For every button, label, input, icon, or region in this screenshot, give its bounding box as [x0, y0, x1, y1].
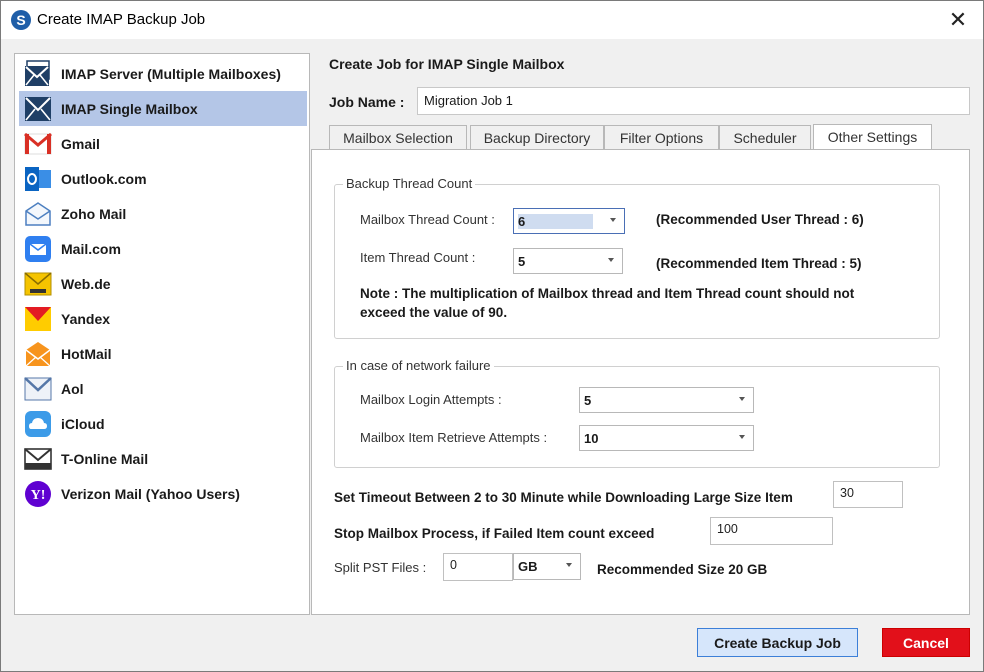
create-backup-job-button[interactable]: Create Backup Job [697, 628, 858, 657]
sidebar-item-zoho[interactable]: Zoho Mail [19, 196, 307, 231]
mailbox-thread-value: 6 [518, 214, 594, 229]
item-thread-value: 5 [518, 254, 526, 269]
sidebar-item-label: Outlook.com [61, 170, 147, 187]
aol-icon [23, 374, 53, 404]
split-pst-label: Split PST Files : [334, 560, 427, 575]
tab-mailbox-selection[interactable]: Mailbox Selection [329, 125, 467, 150]
sidebar-item-label: T-Online Mail [61, 450, 149, 467]
recommended-user-thread: (Recommended User Thread : 6) [656, 212, 864, 227]
sidebar-item-label: Verizon Mail (Yahoo Users) [61, 485, 240, 502]
hotmail-icon [23, 339, 53, 369]
sidebar-item-yandex[interactable]: Yandex [19, 301, 307, 336]
chevron-down-icon [739, 397, 745, 401]
sidebar-item-label: Aol [61, 380, 84, 397]
sidebar-item-label: Yandex [61, 310, 111, 327]
zoho-mail-icon [23, 199, 53, 229]
gmail-icon [23, 129, 53, 159]
retrieve-attempts-select[interactable]: 10 [579, 425, 754, 451]
mailbox-thread-label: Mailbox Thread Count : [360, 212, 495, 227]
close-icon[interactable]: ✕ [943, 5, 973, 35]
svg-text:Y!: Y! [31, 488, 46, 503]
split-unit-select[interactable]: GB [513, 553, 581, 580]
split-size-input[interactable]: 0 [443, 553, 513, 581]
login-attempts-select[interactable]: 5 [579, 387, 754, 413]
sidebar-item-aol[interactable]: Aol [19, 371, 307, 406]
chevron-down-icon [566, 563, 572, 567]
title-bar: S Create IMAP Backup Job ✕ [1, 1, 983, 39]
tab-backup-directory[interactable]: Backup Directory [470, 125, 604, 150]
split-unit-value: GB [518, 559, 538, 574]
sidebar-item-hotmail[interactable]: HotMail [19, 336, 307, 371]
item-thread-label: Item Thread Count : [360, 250, 476, 265]
chevron-down-icon [739, 435, 745, 439]
sidebar-item-label: Web.de [61, 275, 111, 292]
mail-com-icon [23, 234, 53, 264]
cancel-button[interactable]: Cancel [882, 628, 970, 657]
thread-note-line2: exceed the value of 90. [360, 305, 508, 320]
retrieve-attempts-value: 10 [584, 431, 599, 446]
sidebar-item-imap-single[interactable]: IMAP Single Mailbox [19, 91, 307, 126]
sidebar-item-t-online[interactable]: T-Online Mail [19, 441, 307, 476]
item-thread-select[interactable]: 5 [513, 248, 623, 274]
sidebar-item-icloud[interactable]: iCloud [19, 406, 307, 441]
source-list: IMAP Server (Multiple Mailboxes) IMAP Si… [14, 53, 310, 615]
tab-scheduler[interactable]: Scheduler [719, 125, 811, 150]
sidebar-item-imap-server[interactable]: IMAP Server (Multiple Mailboxes) [19, 56, 307, 91]
chevron-down-icon [608, 258, 614, 262]
retrieve-attempts-label: Mailbox Item Retrieve Attempts : [360, 430, 548, 445]
sidebar-item-gmail[interactable]: Gmail [19, 126, 307, 161]
job-name-input[interactable]: Migration Job 1 [417, 87, 970, 115]
group-legend: Backup Thread Count [343, 176, 476, 191]
tab-filter-options[interactable]: Filter Options [604, 125, 719, 150]
outlook-icon [23, 164, 53, 194]
sidebar-item-label: IMAP Server (Multiple Mailboxes) [61, 65, 281, 82]
mailbox-thread-select[interactable]: 6 [513, 208, 625, 234]
yandex-icon [23, 304, 53, 334]
sidebar-item-label: Gmail [61, 135, 100, 152]
app-logo-icon: S [11, 10, 31, 30]
sidebar-item-outlook[interactable]: Outlook.com [19, 161, 307, 196]
recommended-item-thread: (Recommended Item Thread : 5) [656, 256, 862, 271]
stop-process-input[interactable]: 100 [710, 517, 833, 545]
timeout-input[interactable]: 30 [833, 481, 903, 508]
imap-server-icon [23, 59, 53, 89]
sidebar-item-label: HotMail [61, 345, 112, 362]
icloud-icon [23, 409, 53, 439]
network-failure-group: In case of network failure [334, 358, 940, 468]
stop-process-label: Stop Mailbox Process, if Failed Item cou… [334, 526, 655, 541]
imap-single-icon [23, 94, 53, 124]
sidebar-item-label: Zoho Mail [61, 205, 127, 222]
window-title: Create IMAP Backup Job [37, 11, 206, 28]
timeout-label: Set Timeout Between 2 to 30 Minute while… [334, 490, 793, 505]
job-name-label: Job Name : [329, 94, 405, 110]
thread-note-line1: Note : The multiplication of Mailbox thr… [360, 286, 855, 301]
t-online-icon [23, 444, 53, 474]
login-attempts-label: Mailbox Login Attempts : [360, 392, 502, 407]
dialog-window: S Create IMAP Backup Job ✕ IMAP Server (… [0, 0, 984, 672]
tab-other-settings[interactable]: Other Settings [813, 124, 932, 150]
page-title: Create Job for IMAP Single Mailbox [329, 56, 565, 72]
group-legend: In case of network failure [343, 358, 494, 373]
sidebar-item-label: IMAP Single Mailbox [61, 100, 198, 117]
sidebar-item-mail-com[interactable]: Mail.com [19, 231, 307, 266]
sidebar-item-web-de[interactable]: Web.de [19, 266, 307, 301]
sidebar-item-label: iCloud [61, 415, 105, 432]
yahoo-icon: Y! [23, 479, 53, 509]
sidebar-item-verizon[interactable]: Y! Verizon Mail (Yahoo Users) [19, 476, 307, 511]
chevron-down-icon [610, 218, 616, 222]
recommended-split-size: Recommended Size 20 GB [597, 562, 768, 577]
web-de-icon [23, 269, 53, 299]
login-attempts-value: 5 [584, 393, 592, 408]
sidebar-item-label: Mail.com [61, 240, 121, 257]
